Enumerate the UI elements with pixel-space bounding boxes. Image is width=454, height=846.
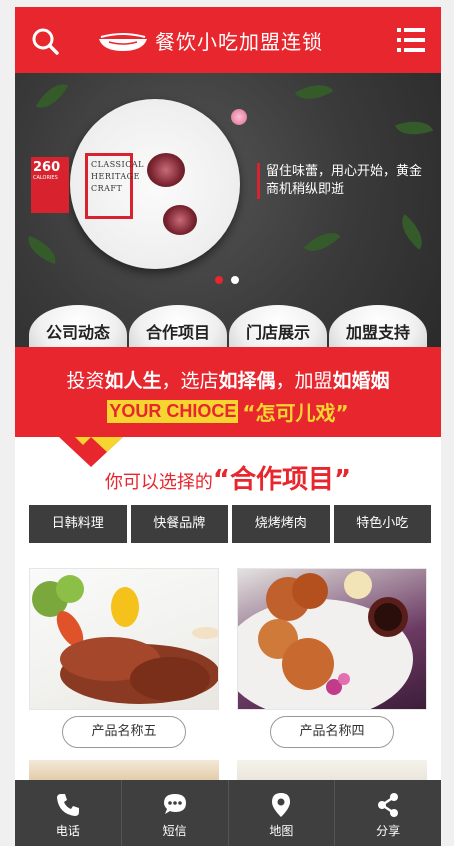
phone-icon [56,794,79,816]
category-japanese-korean[interactable]: 日韩料理 [29,505,127,543]
promo-text-bold: 如择偶 [218,370,276,392]
tab-franchise-support[interactable]: 加盟支持 [329,305,427,347]
category-snacks[interactable]: 特色小吃 [333,505,431,543]
slider-dot[interactable] [215,276,223,284]
promo-text: 投资 [66,370,105,392]
promo-text: ，加盟 [275,370,333,392]
slider-dot[interactable] [231,276,239,284]
banner-slogan: 留住味蕾，用心开始，黄金商机稍纵即逝 [257,163,433,199]
leaf-decoration [22,235,62,265]
bowl-logo-icon [99,33,147,51]
sms-label: 短信 [162,824,187,838]
sms-button[interactable]: 短信 [122,780,229,846]
heritage-text: CLASSICAL HERITAGE CRAFT [91,160,144,193]
share-icon [378,793,399,817]
section-subtitle: 你可以选择的 [104,472,213,493]
promo-line: YOUR CHIOCE “怎可儿戏” [15,397,441,426]
hero-banner[interactable]: CLASSICAL HERITAGE CRAFT 260 CALORIES 留住… [15,73,441,347]
food-image [163,205,197,235]
sms-icon [163,794,186,814]
leaf-decoration [303,223,341,261]
nav-tabs: 公司动态 合作项目 门店展示 加盟支持 [15,305,441,347]
leaf-decoration [393,214,431,250]
share-button[interactable]: 分享 [335,780,441,846]
product-card[interactable]: 产品名称四 [237,568,427,748]
product-card[interactable]: 产品名称五 [29,568,219,748]
leaf-decoration [294,75,334,109]
category-bbq[interactable]: 烧烤烤肉 [232,505,330,543]
map-pin-icon [272,793,291,817]
leaf-decoration [35,76,69,116]
site-logo[interactable]: 餐饮小吃加盟连锁 [97,25,367,55]
product-name-button[interactable]: 产品名称四 [270,716,394,748]
product-image[interactable] [29,568,219,710]
tab-store-showcase[interactable]: 门店展示 [229,305,327,347]
calories-badge: 260 CALORIES [31,157,69,213]
tab-company-news[interactable]: 公司动态 [29,305,127,347]
promo-line: 投资如人生，选店如择偶，加盟如婚姻 [15,366,441,393]
category-tabs: 日韩料理 快餐品牌 烧烤烤肉 特色小吃 [29,505,431,543]
section-title: “合作项目” [212,465,352,495]
leaf-decoration [394,113,434,143]
crab-dish-image [238,571,413,709]
bottom-action-bar: 电话 短信 地图 分享 [15,780,441,846]
phone-label: 电话 [55,824,80,838]
your-choice-label: YOUR CHIOCE [107,400,239,423]
roast-meat-image [32,575,218,704]
map-button[interactable]: 地图 [229,780,336,846]
page: 餐饮小吃加盟连锁 CLASSICAL HERITAGE CRAFT 260 CA… [15,7,441,846]
section-heading: 你可以选择的“合作项目” [15,437,441,507]
search-icon[interactable] [31,27,59,55]
product-image[interactable] [237,568,427,710]
phone-button[interactable]: 电话 [15,780,122,846]
badge-unit: CALORIES [33,175,58,181]
flower-decoration [231,109,247,125]
header-bar: 餐饮小吃加盟连锁 [15,7,441,73]
promo-quote: “怎可儿戏” [242,401,349,425]
category-fast-food[interactable]: 快餐品牌 [130,505,228,543]
menu-icon[interactable] [397,28,425,52]
promo-text-bold: 如人生 [104,370,162,392]
product-name-button[interactable]: 产品名称五 [62,716,186,748]
badge-number: 260 [33,160,61,175]
site-title: 餐饮小吃加盟连锁 [155,29,323,54]
promo-text: ，选店 [161,370,219,392]
share-label: 分享 [376,824,401,838]
promo-banner: 投资如人生，选店如择偶，加盟如婚姻 YOUR CHIOCE “怎可儿戏” [15,347,441,437]
slider-dots [215,276,239,284]
promo-text-bold: 如婚姻 [332,370,390,392]
tab-projects[interactable]: 合作项目 [129,305,227,347]
map-label: 地图 [269,824,294,838]
